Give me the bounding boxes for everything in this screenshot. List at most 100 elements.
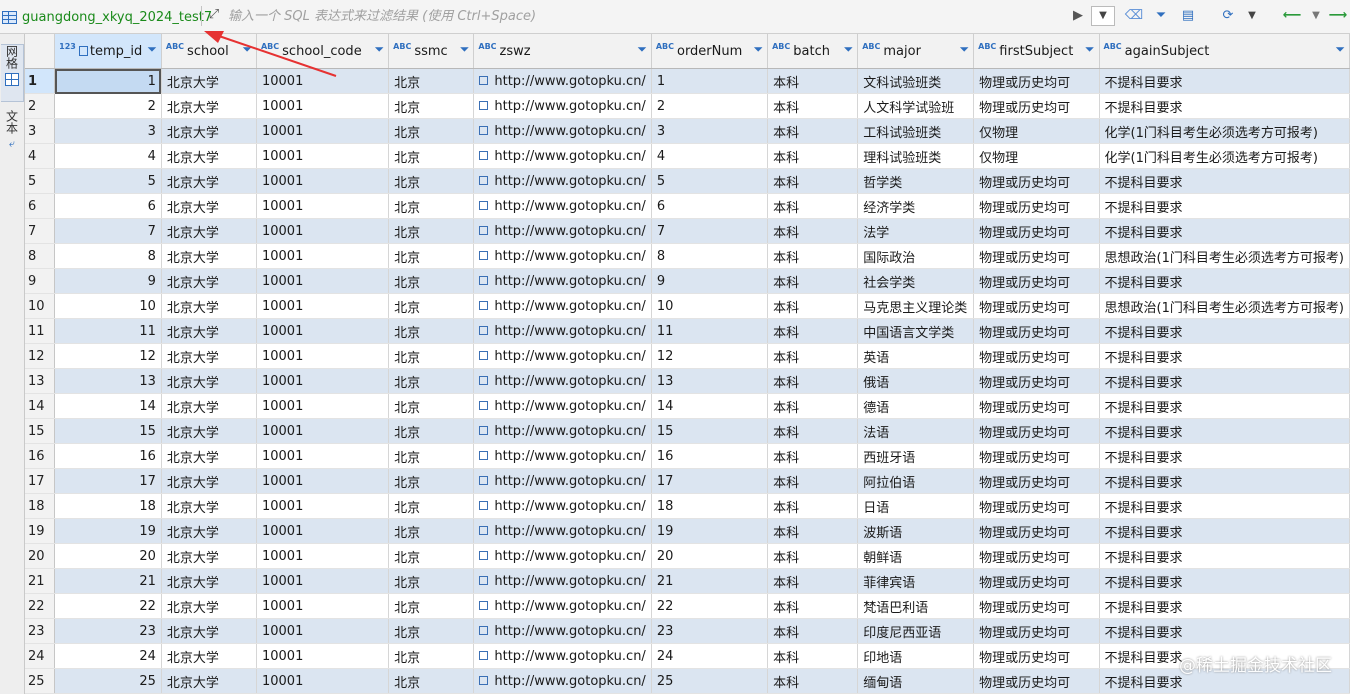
table-row[interactable]: 2 2 北京大学 10001 北京 http://www.gotopku.cn/2 本科 人文…	[25, 93, 1350, 119]
cell-school_code[interactable]: 10001	[256, 543, 390, 569]
cell-major[interactable]: 社会学类	[857, 268, 975, 294]
cell-ssmc[interactable]: 北京	[388, 318, 475, 344]
cell-temp_id[interactable]: 8	[54, 243, 162, 269]
cell-firstSubject[interactable]: 物理或历史均可	[973, 293, 1100, 319]
cell-ssmc[interactable]: 北京	[388, 143, 475, 169]
cell-firstSubject[interactable]: 物理或历史均可	[973, 568, 1100, 594]
cell-againSubject[interactable]: 不提科目要求	[1099, 93, 1350, 119]
cell-zswz[interactable]: http://www.gotopku.cn/	[473, 443, 652, 469]
forward-arrow-icon[interactable]: ⟶	[1328, 6, 1348, 26]
cell-batch[interactable]: 本科	[767, 118, 859, 144]
cell-batch[interactable]: 本科	[767, 618, 859, 644]
table-row[interactable]: 5 5 北京大学 10001 北京 http://www.gotopku.cn/5 本科 哲学…	[25, 168, 1350, 194]
cell-againSubject[interactable]: 不提科目要求	[1099, 543, 1350, 569]
cell-school_code[interactable]: 10001	[256, 593, 390, 619]
cell-batch[interactable]: 本科	[767, 393, 859, 419]
cell-orderNum[interactable]: 20	[651, 543, 769, 569]
cell-temp_id[interactable]: 6	[54, 193, 162, 219]
cell-school_code[interactable]: 10001	[256, 568, 390, 594]
cell-major[interactable]: 理科试验班类	[857, 143, 975, 169]
row-number[interactable]: 2	[25, 93, 56, 119]
cell-orderNum[interactable]: 14	[651, 393, 769, 419]
cell-firstSubject[interactable]: 物理或历史均可	[973, 618, 1100, 644]
cell-batch[interactable]: 本科	[767, 668, 859, 694]
row-number[interactable]: 8	[25, 243, 56, 269]
cell-zswz[interactable]: http://www.gotopku.cn/	[473, 593, 652, 619]
cell-school[interactable]: 北京大学	[161, 493, 257, 519]
cell-zswz[interactable]: http://www.gotopku.cn/	[473, 368, 652, 394]
cell-orderNum[interactable]: 8	[651, 243, 769, 269]
cell-orderNum[interactable]: 21	[651, 568, 769, 594]
column-header-batch[interactable]: ABC batch ⏷	[767, 34, 859, 69]
cell-school[interactable]: 北京大学	[161, 443, 257, 469]
cell-ssmc[interactable]: 北京	[388, 343, 475, 369]
cell-school_code[interactable]: 10001	[256, 93, 390, 119]
cell-ssmc[interactable]: 北京	[388, 368, 475, 394]
cell-major[interactable]: 文科试验班类	[857, 68, 975, 94]
cell-school[interactable]: 北京大学	[161, 293, 257, 319]
cell-major[interactable]: 朝鲜语	[857, 543, 975, 569]
cell-school[interactable]: 北京大学	[161, 118, 257, 144]
cell-againSubject[interactable]: 化学(1门科目考生必须选考方可报考)	[1099, 118, 1350, 144]
cell-batch[interactable]: 本科	[767, 93, 859, 119]
column-header-firstSubject[interactable]: ABC firstSubject ⏷	[973, 34, 1100, 69]
history-dropdown-icon[interactable]: ▼	[1091, 6, 1115, 26]
table-row[interactable]: 9 9 北京大学 10001 北京 http://www.gotopku.cn/9 本科 社会…	[25, 268, 1350, 294]
cell-ssmc[interactable]: 北京	[388, 593, 475, 619]
table-row[interactable]: 8 8 北京大学 10001 北京 http://www.gotopku.cn/8 本科 国际…	[25, 243, 1350, 269]
cell-orderNum[interactable]: 9	[651, 268, 769, 294]
cell-school[interactable]: 北京大学	[161, 468, 257, 494]
cell-school[interactable]: 北京大学	[161, 168, 257, 194]
cell-major[interactable]: 经济学类	[857, 193, 975, 219]
cell-zswz[interactable]: http://www.gotopku.cn/	[473, 468, 652, 494]
cell-firstSubject[interactable]: 物理或历史均可	[973, 393, 1100, 419]
row-number[interactable]: 4	[25, 143, 56, 169]
table-row[interactable]: 19 19 北京大学 10001 北京 http://www.gotopku.cn/19 本…	[25, 518, 1350, 544]
cell-temp_id[interactable]: 24	[54, 643, 162, 669]
cell-zswz[interactable]: http://www.gotopku.cn/	[473, 318, 652, 344]
cell-school[interactable]: 北京大学	[161, 268, 257, 294]
cell-againSubject[interactable]: 不提科目要求	[1099, 218, 1350, 244]
cell-batch[interactable]: 本科	[767, 418, 859, 444]
cell-batch[interactable]: 本科	[767, 518, 859, 544]
cell-ssmc[interactable]: 北京	[388, 218, 475, 244]
cell-major[interactable]: 日语	[857, 493, 975, 519]
row-number[interactable]: 18	[25, 493, 56, 519]
cell-school_code[interactable]: 10001	[256, 518, 390, 544]
table-row[interactable]: 20 20 北京大学 10001 北京 http://www.gotopku.cn/20 本…	[25, 543, 1350, 569]
cell-zswz[interactable]: http://www.gotopku.cn/	[473, 393, 652, 419]
cell-ssmc[interactable]: 北京	[388, 518, 475, 544]
table-row[interactable]: 14 14 北京大学 10001 北京 http://www.gotopku.cn/14 本…	[25, 393, 1350, 419]
cell-batch[interactable]: 本科	[767, 343, 859, 369]
row-number[interactable]: 6	[25, 193, 56, 219]
cell-school[interactable]: 北京大学	[161, 393, 257, 419]
table-row[interactable]: 10 10 北京大学 10001 北京 http://www.gotopku.cn/10 本…	[25, 293, 1350, 319]
cell-zswz[interactable]: http://www.gotopku.cn/	[473, 343, 652, 369]
cell-zswz[interactable]: http://www.gotopku.cn/	[473, 118, 652, 144]
cell-school_code[interactable]: 10001	[256, 668, 390, 694]
table-row[interactable]: 21 21 北京大学 10001 北京 http://www.gotopku.cn/21 本…	[25, 568, 1350, 594]
cell-school_code[interactable]: 10001	[256, 193, 390, 219]
cell-againSubject[interactable]: 不提科目要求	[1099, 493, 1350, 519]
cell-batch[interactable]: 本科	[767, 568, 859, 594]
column-filter-icon[interactable]: ⏷	[1085, 42, 1095, 57]
row-number[interactable]: 13	[25, 368, 56, 394]
cell-temp_id[interactable]: 4	[54, 143, 162, 169]
cell-school[interactable]: 北京大学	[161, 218, 257, 244]
cell-againSubject[interactable]: 不提科目要求	[1099, 568, 1350, 594]
cell-zswz[interactable]: http://www.gotopku.cn/	[473, 243, 652, 269]
row-number[interactable]: 21	[25, 568, 56, 594]
cell-major[interactable]: 德语	[857, 393, 975, 419]
table-row[interactable]: 18 18 北京大学 10001 北京 http://www.gotopku.cn/18 本…	[25, 493, 1350, 519]
cell-school_code[interactable]: 10001	[256, 218, 390, 244]
column-filter-icon[interactable]: ⏷	[753, 42, 763, 57]
cell-school[interactable]: 北京大学	[161, 643, 257, 669]
row-number[interactable]: 5	[25, 168, 56, 194]
cell-againSubject[interactable]: 不提科目要求	[1099, 318, 1350, 344]
cell-batch[interactable]: 本科	[767, 168, 859, 194]
cell-zswz[interactable]: http://www.gotopku.cn/	[473, 68, 652, 94]
cell-temp_id[interactable]: 20	[54, 543, 162, 569]
cell-school_code[interactable]: 10001	[256, 393, 390, 419]
cell-ssmc[interactable]: 北京	[388, 568, 475, 594]
cell-major[interactable]: 中国语言文学类	[857, 318, 975, 344]
